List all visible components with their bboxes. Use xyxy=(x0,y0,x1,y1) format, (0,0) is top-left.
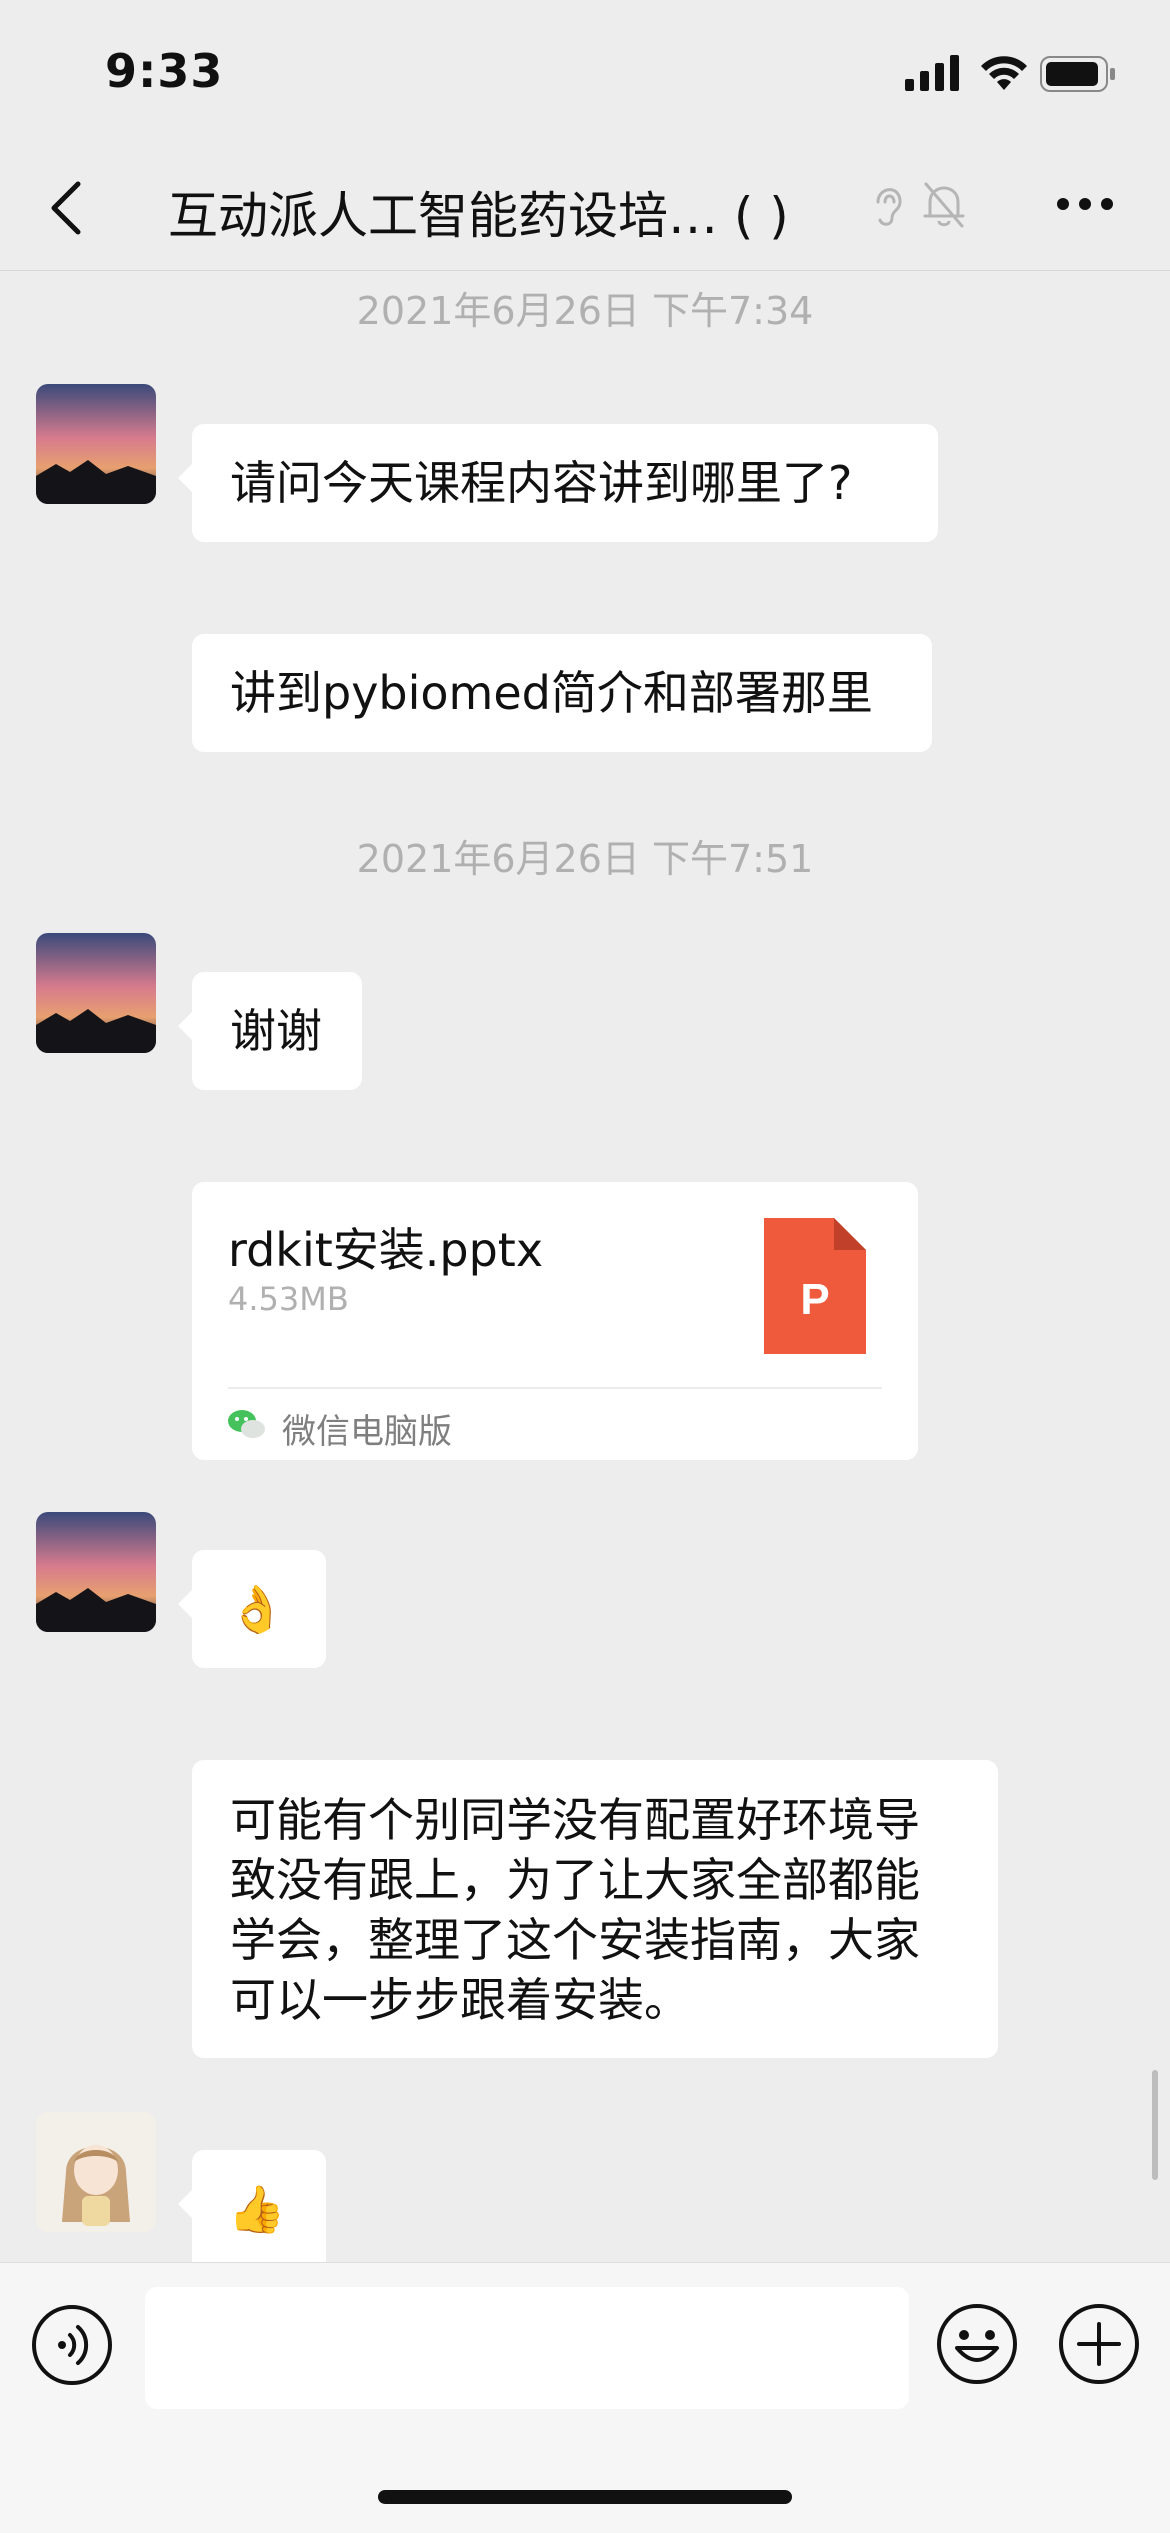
message-text: 请问今天课程内容讲到哪里了? xyxy=(230,456,853,510)
back-icon[interactable] xyxy=(46,180,86,236)
message-timestamp: 2021年6月26日 下午7:51 xyxy=(356,837,814,881)
sender-avatar[interactable] xyxy=(36,2112,156,2232)
message-bubble[interactable]: 👌 xyxy=(178,1550,326,1668)
message-text-line: 可能有个别同学没有配置好环境导 xyxy=(230,1793,920,1847)
file-source-label: 微信电脑版 xyxy=(282,1412,452,1452)
file-type-letter: P xyxy=(800,1275,829,1324)
wifi-icon xyxy=(981,56,1027,90)
message-bubble[interactable]: 👍 xyxy=(178,2150,326,2262)
message-text: 讲到pybiomed简介和部署那里 xyxy=(230,666,873,720)
home-indicator[interactable] xyxy=(378,2490,792,2504)
pptx-file-icon: P xyxy=(764,1218,866,1354)
message-bubble[interactable]: 可能有个别同学没有配置好环境导 致没有跟上，为了让大家全部都能 学会，整理了这个… xyxy=(192,1760,998,2058)
message-bubble[interactable]: 请问今天课程内容讲到哪里了? xyxy=(178,424,938,542)
emoji-message: 👌 xyxy=(228,1582,286,1636)
message-text-line: 致没有跟上，为了让大家全部都能 xyxy=(230,1853,920,1907)
mute-notifications-icon xyxy=(923,182,965,228)
wechat-pc-icon xyxy=(228,1410,265,1438)
message-text-line: 可以一步步跟着安装。 xyxy=(230,1973,690,2027)
battery-icon xyxy=(1040,56,1115,92)
sender-avatar[interactable] xyxy=(36,933,156,1053)
emoji-message: 👍 xyxy=(228,2182,286,2236)
chat-title: 互动派人工智能药设培… ( ) xyxy=(168,187,789,245)
sunset-avatar-image xyxy=(36,1512,156,1632)
message-input[interactable] xyxy=(145,2287,909,2409)
sunset-avatar-image xyxy=(36,384,156,504)
chat-scrollbar[interactable] xyxy=(1152,2070,1158,2180)
message-text: 谢谢 xyxy=(230,1004,322,1058)
ear-mode-icon xyxy=(876,188,902,226)
cellular-signal-icon xyxy=(905,55,959,91)
message-text-line: 学会，整理了这个安装指南，大家 xyxy=(230,1913,920,1967)
file-message-card[interactable]: rdkit安装.pptx 4.53MB P 微信电脑版 xyxy=(192,1182,918,1460)
sunset-avatar-image xyxy=(36,933,156,1053)
file-card-divider xyxy=(228,1387,882,1389)
header-divider xyxy=(0,270,1170,271)
girl-avatar-image xyxy=(36,2112,156,2232)
message-timestamp: 2021年6月26日 下午7:34 xyxy=(356,289,814,333)
voice-input-button[interactable] xyxy=(30,2303,114,2387)
sender-avatar[interactable] xyxy=(36,1512,156,1632)
message-bubble[interactable]: 讲到pybiomed简介和部署那里 xyxy=(192,634,932,752)
emoji-button[interactable] xyxy=(935,2302,1019,2386)
message-bubble[interactable]: 谢谢 xyxy=(178,972,362,1090)
file-size: 4.53MB xyxy=(228,1280,349,1318)
sender-avatar[interactable] xyxy=(36,384,156,504)
plus-more-button[interactable] xyxy=(1057,2302,1141,2386)
more-options-icon[interactable] xyxy=(1055,195,1115,213)
status-time: 9:33 xyxy=(105,44,224,98)
file-name: rdkit安装.pptx xyxy=(228,1223,544,1277)
